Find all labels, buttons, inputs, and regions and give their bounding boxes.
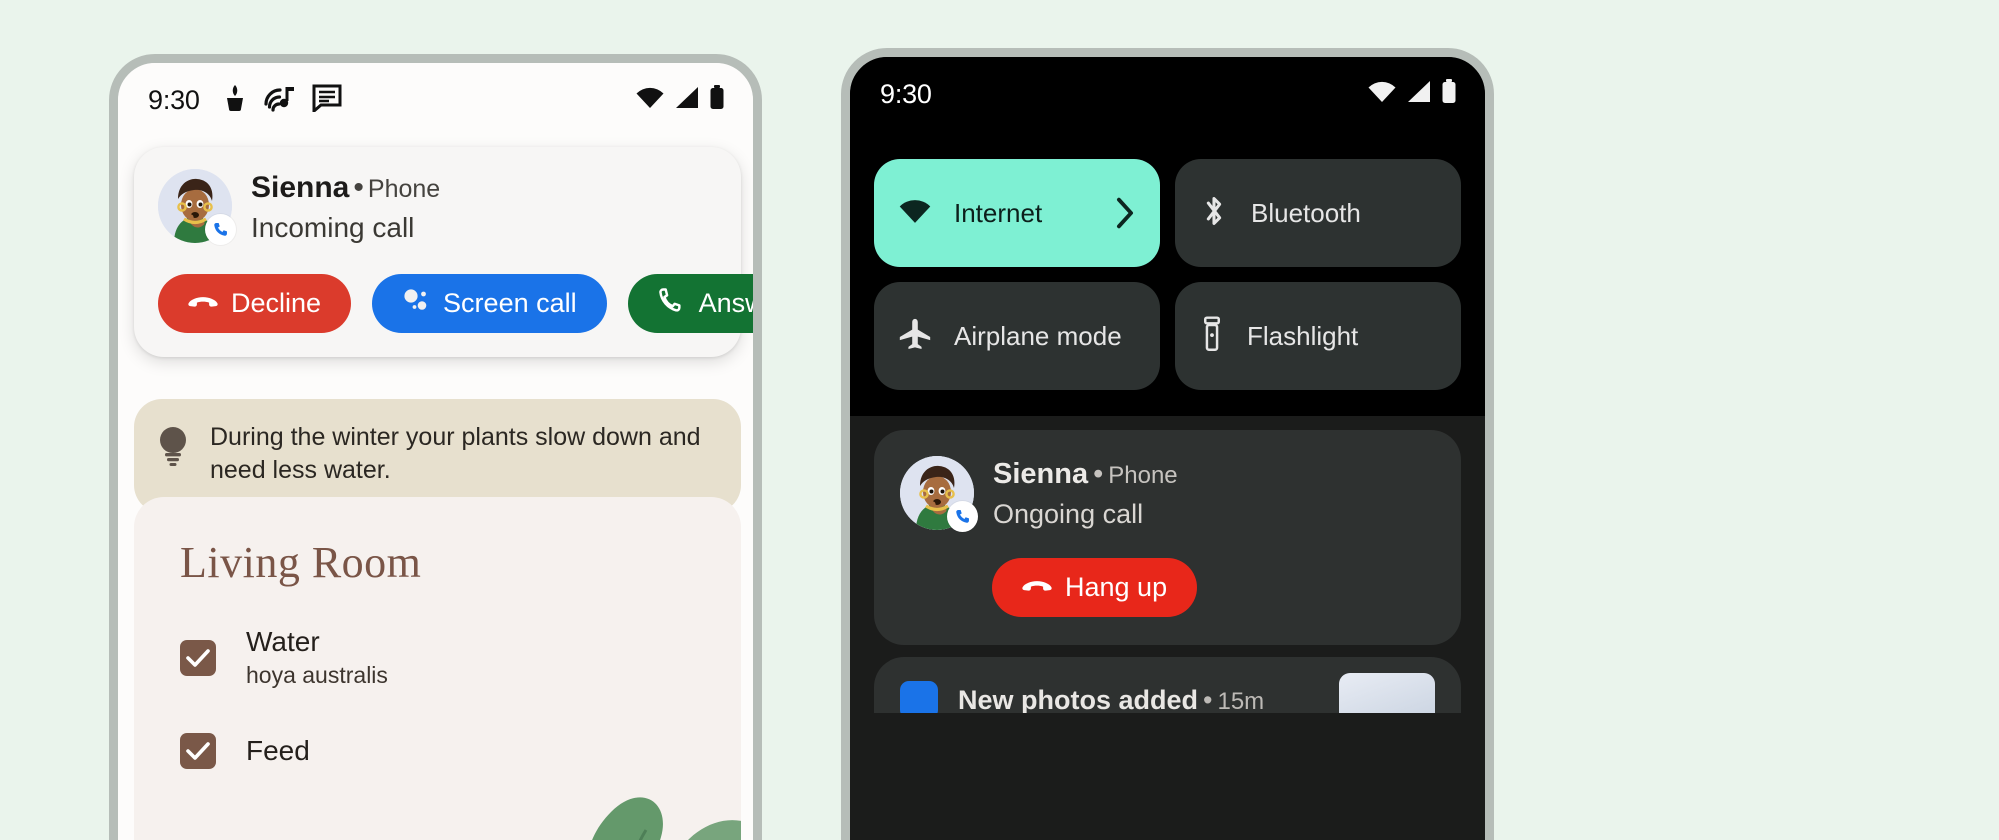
nfc-music-icon [264, 84, 296, 117]
answer-button[interactable]: Answer [627, 274, 753, 333]
call-status-text: Ongoing call [993, 499, 1144, 529]
photos-notification[interactable]: New photos added • 15m [874, 657, 1461, 713]
photos-app-icon [900, 681, 938, 713]
status-bar-clock: 9:30 [880, 78, 932, 109]
plant-pot-icon [222, 84, 248, 117]
left-phone-screen: 9:30 During the winter your plants slow … [118, 63, 753, 840]
caller-name: Sienna [251, 171, 350, 204]
message-icon [312, 84, 342, 117]
bluetooth-icon [1199, 194, 1229, 233]
screen-call-button[interactable]: Screen call [372, 274, 607, 333]
battery-icon [709, 85, 725, 115]
qs-tile-label: Flashlight [1247, 320, 1359, 351]
status-bar-system-icons [1367, 79, 1457, 109]
caller-text: Sienna • Phone Incoming call [251, 169, 440, 244]
qs-tile-airplane-mode[interactable]: Airplane mode [874, 282, 1160, 390]
google-assistant-icon [402, 286, 430, 321]
task-name: Feed [246, 735, 310, 766]
living-room-card: Living Room Water hoya australis Feed [134, 497, 741, 840]
call-icon [658, 286, 686, 321]
call-end-icon [1022, 572, 1052, 603]
caller-title-line: Sienna • Phone [993, 458, 1178, 491]
photos-notification-title-line: New photos added • 15m [958, 685, 1264, 714]
call-end-icon [188, 288, 218, 319]
source-app-name: Phone [367, 175, 441, 203]
hang-up-button-label: Hang up [1065, 572, 1168, 602]
flashlight-icon [1199, 315, 1225, 357]
task-row-water[interactable]: Water hoya australis [180, 626, 741, 689]
caller-row: Sienna • Phone Incoming call [158, 169, 717, 245]
phone-call-icon [205, 214, 236, 245]
answer-button-label: Answer [698, 288, 753, 318]
room-title: Living Room [180, 538, 422, 587]
left-phone-frame: 9:30 During the winter your plants slow … [109, 54, 762, 840]
call-action-buttons: Decline Screen call Ans [158, 274, 753, 333]
avatar [158, 169, 236, 245]
title-separator: • [353, 171, 364, 204]
qs-tile-label: Internet [954, 197, 1043, 228]
ongoing-call-notification[interactable]: Sienna • Phone Ongoing call Hang up [874, 430, 1461, 645]
screenshot-stage: 9:30 During the winter your plants slow … [0, 0, 1999, 840]
phone-call-icon [947, 501, 978, 532]
status-bar-clock: 9:30 [148, 84, 200, 115]
winter-tip-text: During the winter your plants slow down … [210, 423, 701, 484]
photo-thumbnail [1339, 673, 1435, 713]
call-status-text: Incoming call [251, 212, 415, 243]
caller-text: Sienna • Phone Ongoing call [993, 456, 1178, 530]
right-phone-frame: 9:30 Internet Bluetooth Airplane mode Fl… [841, 48, 1494, 840]
qs-tile-flashlight[interactable]: Flashlight [1175, 282, 1461, 390]
decline-button[interactable]: Decline [158, 274, 352, 333]
checkbox-checked-icon[interactable] [180, 639, 216, 676]
source-app-name: Phone [1108, 462, 1178, 489]
right-status-bar: 9:30 [850, 57, 1485, 131]
caller-name: Sienna [993, 458, 1089, 490]
incoming-call-notification[interactable]: Sienna • Phone Incoming call Decline Scr… [134, 147, 753, 357]
wifi-icon [635, 86, 665, 114]
task-subtitle: hoya australis [246, 662, 388, 688]
wifi-icon [898, 198, 932, 229]
screen-call-button-label: Screen call [443, 288, 577, 318]
quick-settings-panel: Internet Bluetooth Airplane mode Flashli… [850, 131, 1485, 416]
airplane-icon [898, 317, 932, 356]
cellular-signal-icon [674, 86, 700, 114]
status-bar-notification-icons [222, 84, 342, 117]
cellular-signal-icon [1406, 80, 1432, 108]
battery-icon [1441, 79, 1457, 109]
right-phone-screen: 9:30 Internet Bluetooth Airplane mode Fl… [850, 57, 1485, 840]
title-separator: • [1093, 458, 1104, 490]
notification-shade: Sienna • Phone Ongoing call Hang up New … [850, 416, 1485, 840]
photos-notification-time: 15m [1217, 687, 1265, 714]
hang-up-button[interactable]: Hang up [992, 558, 1198, 617]
ongoing-call-actions: Hang up [992, 558, 1435, 617]
qs-tile-label: Airplane mode [954, 320, 1122, 351]
checkbox-checked-icon[interactable] [180, 733, 216, 769]
task-name: Water [246, 626, 320, 657]
avatar [900, 456, 978, 532]
chevron-right-icon[interactable] [1114, 196, 1136, 230]
winter-tip-card: During the winter your plants slow down … [134, 399, 741, 513]
quick-settings-grid: Internet Bluetooth Airplane mode Flashli… [874, 159, 1461, 390]
qs-tile-label: Bluetooth [1251, 197, 1361, 228]
task-row-feed[interactable]: Feed [180, 733, 741, 769]
decline-button-label: Decline [231, 288, 322, 318]
qs-tile-bluetooth[interactable]: Bluetooth [1175, 159, 1461, 267]
caller-row: Sienna • Phone Ongoing call [900, 456, 1435, 532]
qs-tile-internet[interactable]: Internet [874, 159, 1160, 267]
caller-title-line: Sienna • Phone [251, 171, 440, 205]
left-status-bar: 9:30 [118, 63, 753, 137]
wifi-icon [1367, 80, 1397, 108]
status-bar-system-icons [635, 85, 725, 115]
title-separator: • [1203, 684, 1213, 714]
lightbulb-icon [156, 421, 190, 487]
photos-notification-title: New photos added [958, 684, 1199, 714]
